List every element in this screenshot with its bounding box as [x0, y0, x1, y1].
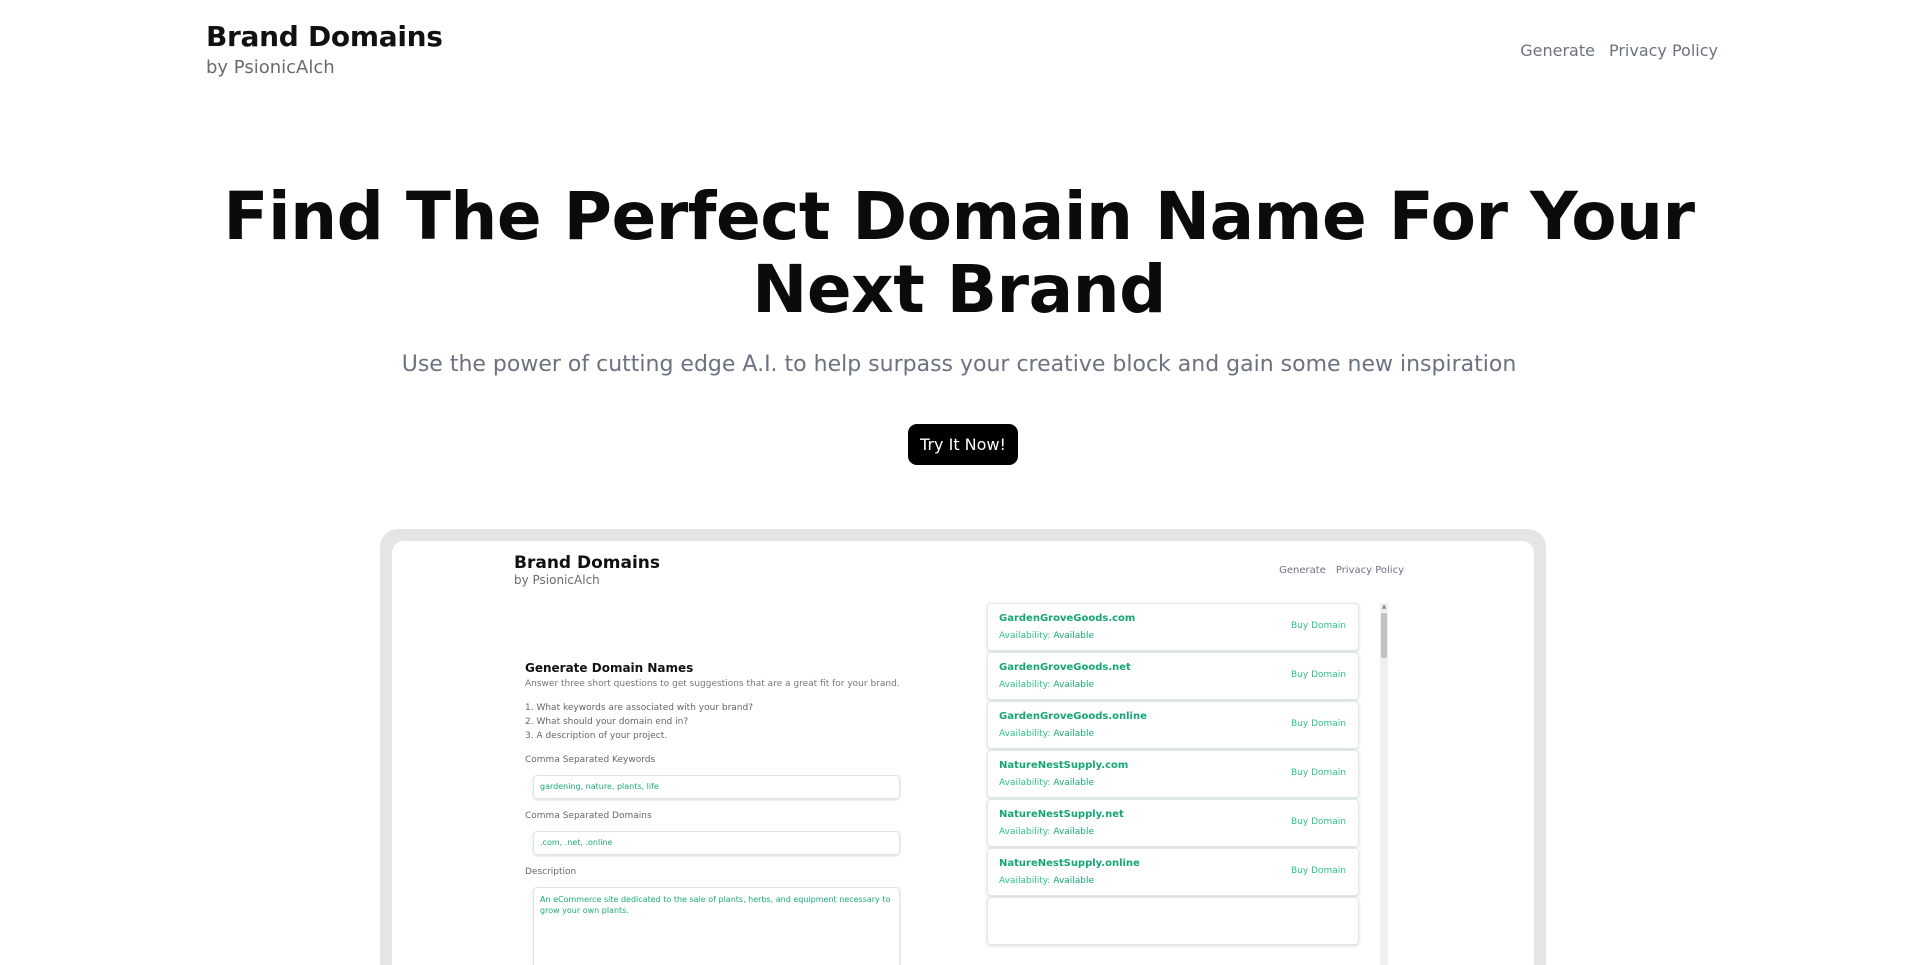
preview-result-card: NatureNestSupply.net Availability: Avail…	[987, 799, 1359, 847]
result-domain: NatureNestSupply.com	[999, 760, 1129, 771]
result-status: Available	[1053, 778, 1095, 788]
brand-subtitle: by PsionicAlch	[206, 57, 335, 78]
hero-title-line-2: Next Brand	[752, 251, 1166, 328]
preview-form-intro: Answer three short questions to get sugg…	[525, 679, 900, 689]
preview-form-steps: 1. What keywords are associated with you…	[525, 701, 900, 743]
result-availability: Availability: Available	[999, 876, 1094, 886]
result-availability: Availability: Available	[999, 778, 1094, 788]
preview-generate-form: Generate Domain Names Answer three short…	[525, 661, 900, 965]
preview-results-scrollbar: ▲	[1380, 603, 1388, 965]
brand-title: Brand Domains	[206, 20, 443, 53]
preview-form-step: 3. A description of your project.	[525, 731, 668, 741]
preview-brand-title: Brand Domains	[514, 553, 661, 573]
result-availability-label: Availability:	[999, 876, 1051, 886]
preview-domains-label: Comma Separated Domains	[525, 811, 652, 821]
result-domain: GardenGroveGoods.com	[999, 613, 1136, 624]
preview-description-textarea: An eCommerce site dedicated to the sale …	[533, 887, 900, 965]
result-status: Available	[1053, 680, 1095, 690]
preview-result-card: NatureNestSupply.online Availability: Av…	[987, 848, 1359, 896]
result-availability-label: Availability:	[999, 631, 1051, 641]
result-status: Available	[1053, 876, 1095, 886]
result-status: Available	[1053, 729, 1095, 739]
result-availability-label: Availability:	[999, 778, 1051, 788]
scroll-thumb	[1381, 613, 1387, 658]
hero-title: Find The Perfect Domain Name For Your Ne…	[0, 180, 1918, 326]
preview-form-title: Generate Domain Names	[525, 661, 694, 675]
buy-domain-link: Buy Domain	[1291, 621, 1346, 631]
result-availability: Availability: Available	[999, 680, 1094, 690]
hero-subtitle: Use the power of cutting edge A.I. to he…	[401, 352, 1517, 377]
preview-description-label: Description	[525, 867, 577, 877]
preview-form-step: 2. What should your domain end in?	[525, 717, 689, 727]
preview-result-card: NatureNestSupply.com Availability: Avail…	[987, 750, 1359, 798]
result-status: Available	[1053, 631, 1095, 641]
scroll-up-arrow-icon: ▲	[1381, 603, 1387, 610]
preview-nav: Generate Privacy Policy	[1279, 565, 1404, 576]
preview-results-list: GardenGroveGoods.com Availability: Avail…	[987, 603, 1377, 965]
result-domain: NatureNestSupply.net	[999, 809, 1124, 820]
result-domain: GardenGroveGoods.net	[999, 662, 1131, 673]
result-availability: Availability: Available	[999, 631, 1094, 641]
preview-result-card: GardenGroveGoods.com Availability: Avail…	[987, 603, 1359, 651]
result-availability-label: Availability:	[999, 680, 1051, 690]
try-it-now-button[interactable]: Try It Now!	[908, 424, 1018, 465]
brand[interactable]: Brand Domains by PsionicAlch	[206, 20, 443, 78]
preview-nav-privacy-policy: Privacy Policy	[1335, 565, 1404, 576]
result-availability-label: Availability:	[999, 827, 1051, 837]
preview-keywords-label: Comma Separated Keywords	[525, 755, 656, 765]
site-header: Brand Domains by PsionicAlch Generate Pr…	[0, 0, 1918, 100]
main-nav: Generate Privacy Policy	[1520, 41, 1718, 60]
nav-privacy-policy-link[interactable]: Privacy Policy	[1609, 41, 1718, 60]
preview-result-card: GardenGroveGoods.net Availability: Avail…	[987, 652, 1359, 700]
preview-nav-generate: Generate	[1279, 565, 1326, 576]
result-domain: GardenGroveGoods.online	[999, 711, 1147, 722]
preview-result-card: GardenGroveGoods.online Availability: Av…	[987, 701, 1359, 749]
preview-brand: Brand Domains by PsionicAlch	[514, 553, 660, 587]
result-availability: Availability: Available	[999, 729, 1094, 739]
app-preview-screen: Brand Domains by PsionicAlch Generate Pr…	[392, 541, 1534, 965]
hero-title-line-1: Find The Perfect Domain Name For Your	[223, 178, 1695, 255]
result-status: Available	[1053, 827, 1095, 837]
buy-domain-link: Buy Domain	[1291, 866, 1346, 876]
result-availability: Availability: Available	[999, 827, 1094, 837]
result-availability-label: Availability:	[999, 729, 1051, 739]
preview-brand-subtitle: by PsionicAlch	[514, 573, 600, 587]
buy-domain-link: Buy Domain	[1291, 768, 1346, 778]
nav-generate-link[interactable]: Generate	[1520, 41, 1595, 60]
result-domain: NatureNestSupply.online	[999, 858, 1140, 869]
app-preview-mockup: Brand Domains by PsionicAlch Generate Pr…	[380, 529, 1546, 965]
preview-keywords-input: gardening, nature, plants, life	[533, 775, 900, 799]
buy-domain-link: Buy Domain	[1291, 817, 1346, 827]
buy-domain-link: Buy Domain	[1291, 670, 1346, 680]
preview-result-card-partial	[987, 897, 1359, 945]
preview-form-step: 1. What keywords are associated with you…	[525, 703, 753, 713]
preview-domains-input: .com, .net, .online	[533, 831, 900, 855]
buy-domain-link: Buy Domain	[1291, 719, 1346, 729]
